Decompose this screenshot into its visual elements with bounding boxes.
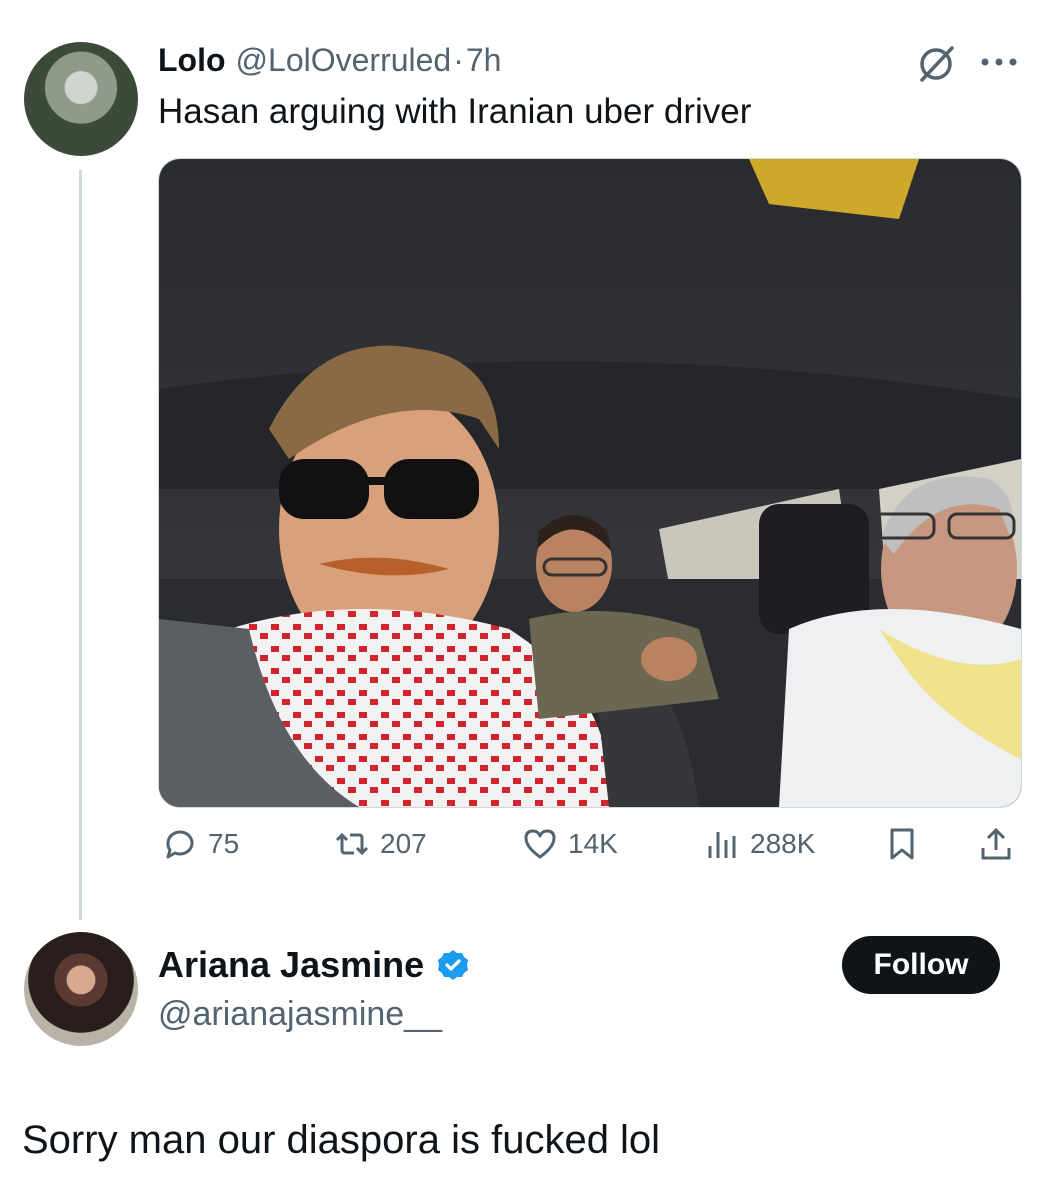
share-icon xyxy=(981,827,1011,860)
views-icon xyxy=(708,832,736,858)
bookmark-button[interactable] xyxy=(884,826,920,862)
timestamp[interactable]: 7h xyxy=(466,42,502,79)
action-bar: 75 207 14K 288K xyxy=(158,826,1020,874)
reply-count: 75 xyxy=(208,828,240,859)
grok-icon[interactable] xyxy=(914,42,958,86)
heart-icon xyxy=(524,829,556,859)
author-handle[interactable]: @LolOverruled xyxy=(236,42,452,79)
tweet-photo[interactable] xyxy=(158,158,1022,808)
separator: · xyxy=(453,42,464,78)
verified-badge-icon[interactable] xyxy=(436,948,470,982)
view-count: 288K xyxy=(750,828,816,859)
author-handle[interactable]: @arianajasmine__ xyxy=(158,995,442,1034)
like-count: 14K xyxy=(568,828,618,859)
repost-count: 207 xyxy=(380,828,427,859)
author-name[interactable]: Ariana Jasmine xyxy=(158,944,424,986)
repost-button[interactable]: 207 xyxy=(334,826,427,862)
avatar[interactable] xyxy=(24,932,138,1046)
follow-button[interactable]: Follow xyxy=(842,936,1000,994)
author-name[interactable]: Lolo xyxy=(158,42,226,79)
tweet-text: Sorry man our diaspora is fucked lol xyxy=(22,1118,661,1162)
views-button[interactable]: 288K xyxy=(704,826,815,862)
repost-icon xyxy=(335,832,369,856)
author-name-row: Ariana Jasmine xyxy=(158,944,470,986)
more-icon[interactable] xyxy=(977,50,1021,74)
like-button[interactable]: 14K xyxy=(522,826,618,862)
car-selfie-photo xyxy=(159,159,1021,807)
avatar[interactable] xyxy=(24,42,138,156)
tweet-header: Lolo @LolOverruled · 7h xyxy=(158,42,501,79)
share-button[interactable] xyxy=(978,826,1014,862)
reply-icon xyxy=(166,830,194,859)
bookmark-icon xyxy=(890,828,914,860)
tweet-text: Hasan arguing with Iranian uber driver xyxy=(158,92,752,131)
thread-line xyxy=(79,170,82,920)
reply-button[interactable]: 75 xyxy=(162,826,239,862)
